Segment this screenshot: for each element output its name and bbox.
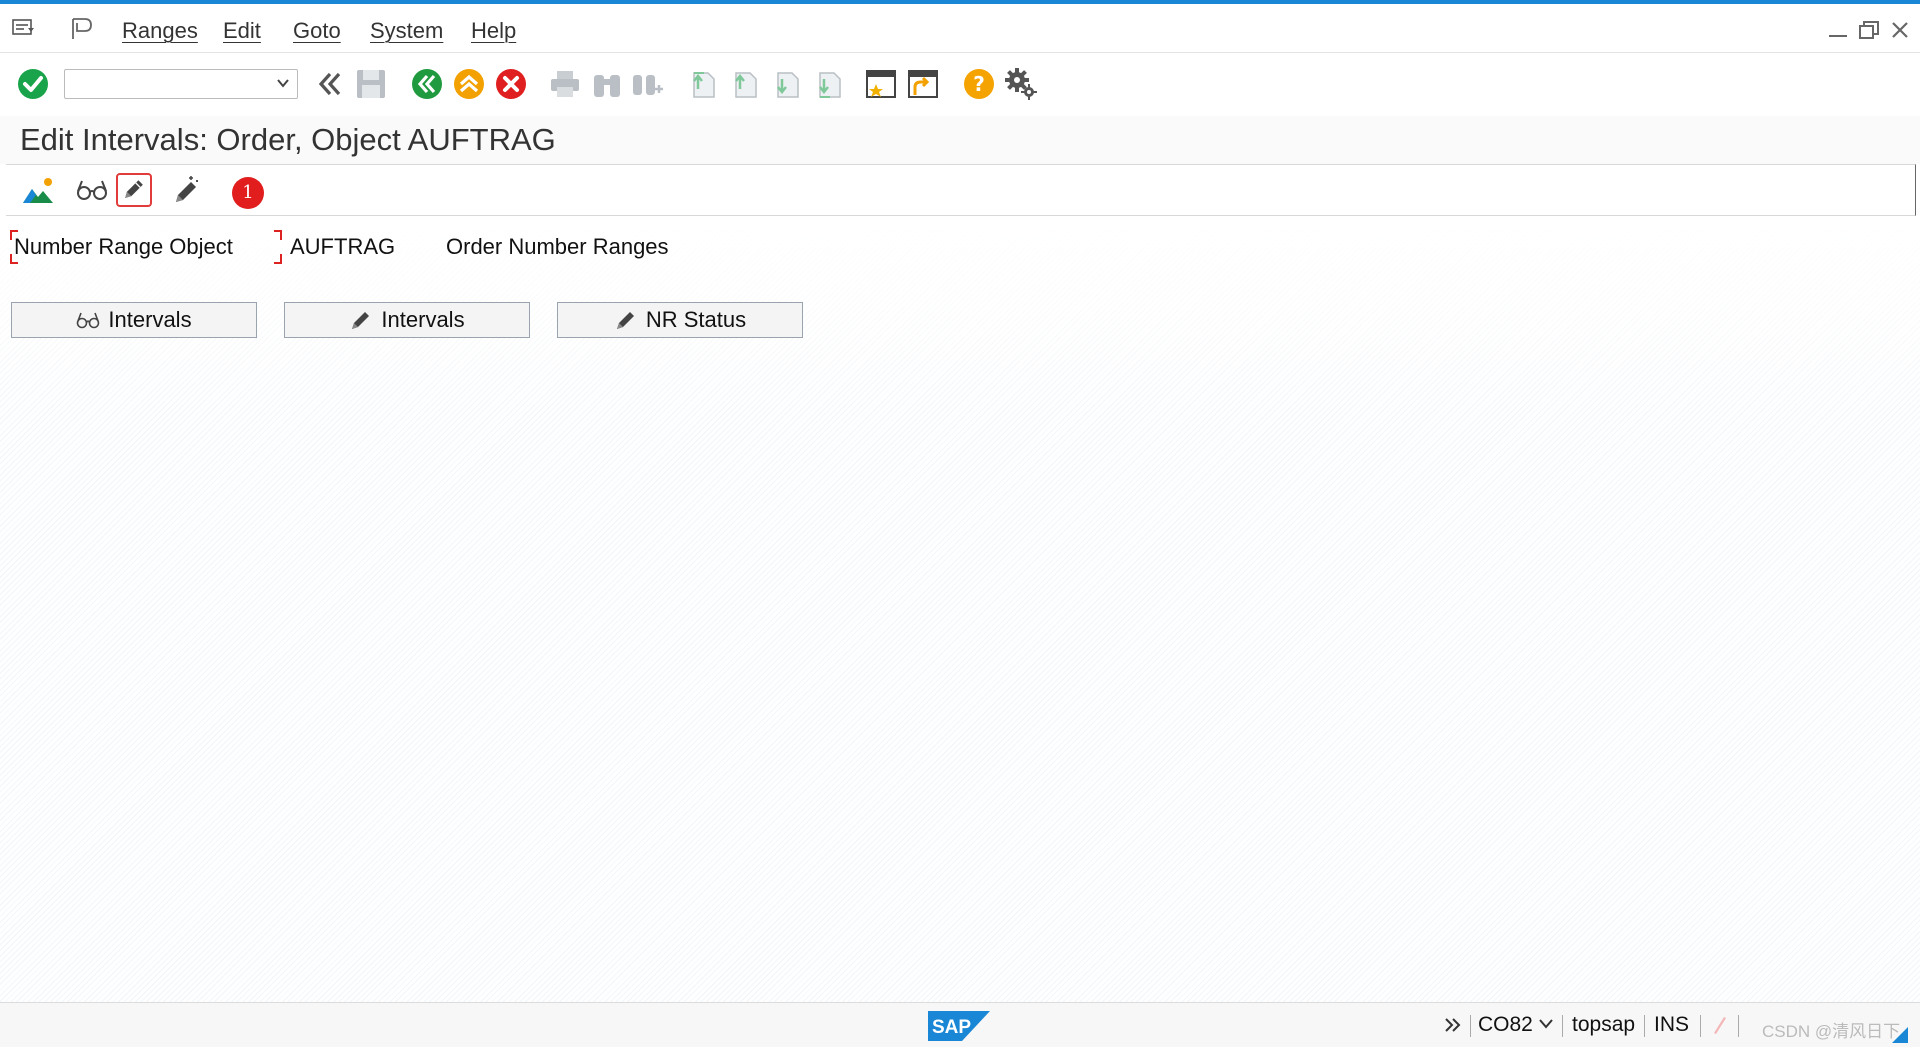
find-next-icon	[633, 75, 663, 95]
sap-logo: SAP	[928, 1011, 990, 1041]
svg-text:SAP: SAP	[932, 1017, 971, 1038]
find-icon	[594, 75, 620, 97]
enter-check-icon[interactable]	[16, 67, 50, 101]
nr-status-label: NR Status	[645, 307, 747, 332]
session-status-icon	[1714, 1017, 1726, 1034]
resize-grip-icon[interactable]	[1892, 1027, 1908, 1043]
svg-text:?: ?	[973, 72, 985, 96]
help-icon[interactable]: ?	[962, 67, 996, 101]
shortcut-icon[interactable]	[906, 67, 940, 101]
minimize-icon[interactable]	[1828, 26, 1848, 38]
number-range-object-description: Order Number Ranges	[446, 234, 669, 259]
annotation-badge: 1	[232, 177, 264, 209]
menu-icon[interactable]	[12, 18, 36, 38]
change-intervals-label: Intervals	[381, 307, 465, 332]
application-toolbar: 1	[6, 164, 1916, 216]
exit-icon[interactable]	[452, 67, 486, 101]
chevron-down-icon[interactable]	[1538, 1017, 1554, 1031]
save-icon	[357, 70, 385, 98]
close-window-icon[interactable]	[1890, 20, 1910, 40]
restore-icon[interactable]	[1858, 20, 1880, 40]
number-range-object-label-text: Number Range Object	[14, 234, 233, 259]
server-name: topsap	[1572, 1013, 1636, 1036]
new-session-icon[interactable]	[864, 67, 898, 101]
transaction-code: CO82	[1478, 1013, 1533, 1036]
chevron-down-icon[interactable]	[275, 74, 291, 92]
double-chevron-right-icon[interactable]	[1444, 1017, 1462, 1033]
number-range-object-value: AUFTRAG	[290, 234, 396, 259]
next-page-icon	[777, 72, 799, 98]
page-title: Edit Intervals: Order, Object AUFTRAG	[20, 122, 556, 157]
overview-icon[interactable]	[20, 173, 56, 207]
change-pencil-icon[interactable]	[116, 173, 152, 207]
command-input[interactable]	[69, 70, 273, 98]
menu-bar: Ranges Edit Goto System Help	[0, 8, 1920, 52]
display-intervals-label: Intervals	[108, 307, 192, 332]
pencil-icon	[352, 312, 370, 329]
command-field[interactable]	[64, 69, 298, 99]
double-chevron-left-icon[interactable]	[312, 67, 346, 101]
menu-help[interactable]: Help	[471, 18, 516, 44]
nr-status-button[interactable]: NR Status	[557, 302, 803, 338]
watermark: CSDN @清风日下	[1762, 1022, 1901, 1041]
display-intervals-button[interactable]: Intervals	[11, 302, 257, 338]
title-bar: Edit Intervals: Order, Object AUFTRAG	[0, 116, 1920, 164]
settings-gear-icon[interactable]	[1004, 67, 1038, 101]
number-range-object-label: Number Range Object	[10, 230, 282, 264]
pencil-icon	[616, 312, 634, 329]
standard-toolbar: ?	[0, 52, 1920, 117]
back-icon[interactable]	[410, 67, 444, 101]
display-glasses-icon	[77, 312, 100, 329]
cancel-icon[interactable]	[494, 67, 528, 101]
insert-mode: INS	[1654, 1013, 1690, 1036]
create-pencil-icon[interactable]	[170, 173, 206, 207]
previous-page-icon	[735, 72, 757, 98]
last-page-icon	[819, 72, 841, 98]
sap-window: Ranges Edit Goto System Help ? Edit Inte…	[0, 0, 1920, 1047]
display-glasses-icon[interactable]	[74, 173, 110, 207]
menu-ranges[interactable]: Ranges	[122, 18, 198, 44]
menu-edit[interactable]: Edit	[223, 18, 261, 44]
content-area: Number Range Object AUFTRAG Order Number…	[0, 216, 1920, 1002]
favorites-p-icon[interactable]	[70, 16, 94, 42]
change-intervals-button[interactable]: Intervals	[284, 302, 530, 338]
menu-system[interactable]: System	[370, 18, 443, 44]
menu-goto[interactable]: Goto	[293, 18, 341, 44]
status-bar: SAP CO82 topsap INS CSDN @清风日下	[0, 1002, 1920, 1047]
print-icon	[551, 71, 579, 97]
first-page-icon	[693, 72, 715, 98]
